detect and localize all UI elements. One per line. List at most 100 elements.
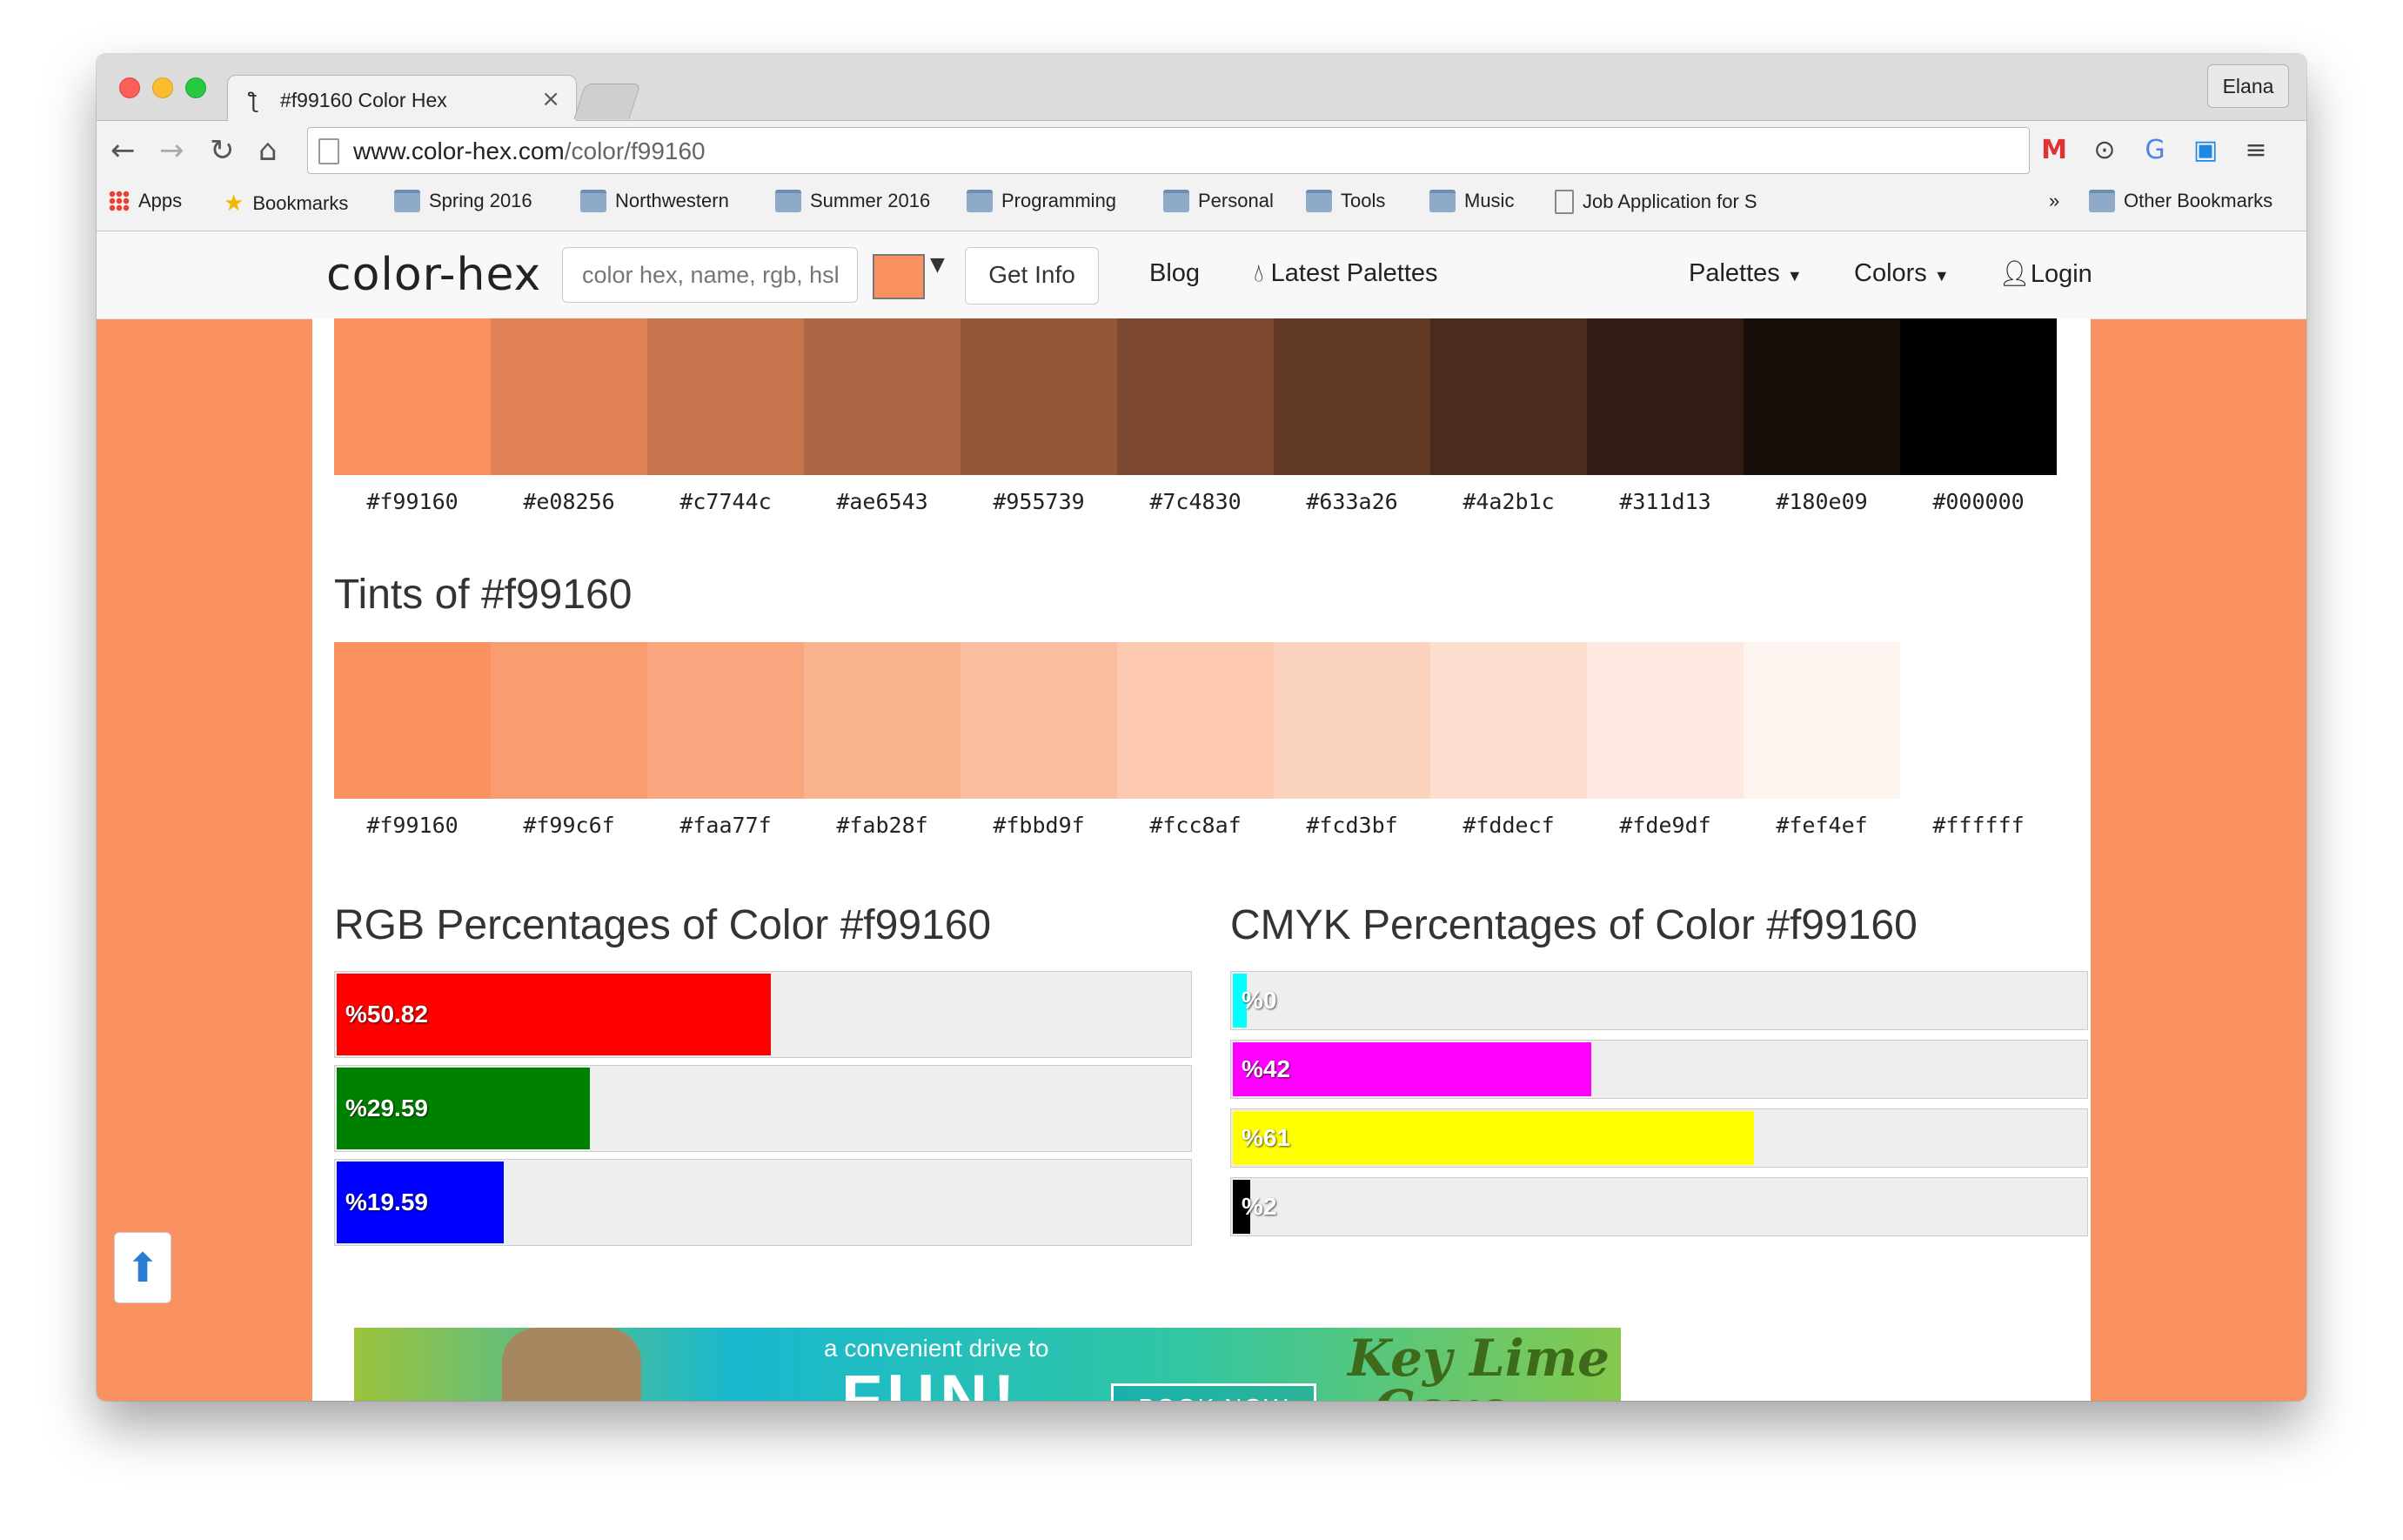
shade-swatch-label[interactable]: #7c4830	[1117, 489, 1274, 514]
shade-swatch-label[interactable]: #c7744c	[647, 489, 804, 514]
home-icon[interactable]: ⌂	[258, 133, 278, 168]
nav-palettes-dropdown[interactable]: Palettes ▼	[1689, 259, 1803, 288]
shade-swatch[interactable]	[1430, 318, 1587, 475]
shade-swatch[interactable]	[491, 318, 647, 475]
tint-swatch[interactable]	[491, 642, 647, 799]
bookmark-bookmarks[interactable]: ★ Bookmarks	[224, 190, 348, 217]
tint-swatch[interactable]	[1744, 642, 1900, 799]
address-bar[interactable]: www.color-hex.com/color/f99160	[307, 127, 2030, 174]
cmyk-bar: %61	[1230, 1108, 2088, 1168]
tint-swatch-label[interactable]: #fddecf	[1430, 813, 1587, 838]
ad-book-now-button[interactable]: BOOK NOW	[1111, 1383, 1316, 1401]
shade-swatch[interactable]	[647, 318, 804, 475]
tint-swatch-label[interactable]: #f99160	[334, 813, 491, 838]
forward-arrow-icon[interactable]: →	[159, 133, 184, 168]
window-extension-icon[interactable]: ▣	[2188, 133, 2223, 168]
shade-swatch[interactable]	[1274, 318, 1430, 475]
site-navbar: color-hex ▼ Get Info Blog 💧︎ Latest Pale…	[97, 231, 2306, 319]
tint-swatch[interactable]	[1587, 642, 1744, 799]
shade-swatch-label[interactable]: #f99160	[334, 489, 491, 514]
tint-swatch[interactable]	[804, 642, 961, 799]
tint-swatch-label[interactable]: #fbbd9f	[961, 813, 1117, 838]
shade-swatch[interactable]	[1900, 318, 2057, 475]
shade-swatch[interactable]	[804, 318, 961, 475]
tint-swatch[interactable]	[1430, 642, 1587, 799]
tint-swatch-label[interactable]: #ffffff	[1900, 813, 2057, 838]
bookmarks-overflow-button[interactable]: »	[2049, 190, 2059, 212]
title-bar: ƪ #f99160 Color Hex × Elana	[97, 54, 2306, 122]
advertisement-banner[interactable]: a convenient drive to FUN! BOOK NOW Key …	[354, 1328, 1621, 1401]
rgb-bar-value: %50.82	[345, 1001, 428, 1028]
tab-close-button[interactable]: ×	[541, 86, 560, 112]
tint-swatch-label[interactable]: #fde9df	[1587, 813, 1744, 838]
shade-swatch[interactable]	[334, 318, 491, 475]
tints-swatch-strip	[334, 642, 2057, 799]
browser-window: ƪ #f99160 Color Hex × Elana ← → ↻ ⌂ www.…	[97, 54, 2306, 1401]
new-tab-button[interactable]	[573, 84, 641, 119]
back-to-top-button[interactable]: ⬆	[114, 1232, 171, 1303]
translate-icon[interactable]: G	[2138, 133, 2172, 168]
tint-swatch[interactable]	[961, 642, 1117, 799]
bookmark-music[interactable]: Music	[1429, 190, 1514, 212]
bookmark-tools[interactable]: Tools	[1306, 190, 1385, 212]
caret-down-icon: ▼	[1933, 267, 1950, 285]
color-picker-swatch[interactable]	[873, 254, 925, 299]
tint-swatch[interactable]	[1274, 642, 1430, 799]
reload-icon[interactable]: ↻	[210, 133, 235, 168]
shade-swatch-label[interactable]: #000000	[1900, 489, 2057, 514]
bookmark-other-bookmarks[interactable]: Other Bookmarks	[2089, 190, 2272, 212]
nav-colors-dropdown[interactable]: Colors ▼	[1854, 259, 1950, 288]
nav-blog[interactable]: Blog	[1149, 259, 1200, 288]
tint-swatch[interactable]	[647, 642, 804, 799]
bookmark-personal[interactable]: Personal	[1163, 190, 1274, 212]
browser-toolbar: ← → ↻ ⌂ www.color-hex.com/color/f99160 M…	[97, 121, 2306, 231]
tint-swatch-label[interactable]: #fcd3bf	[1274, 813, 1430, 838]
shade-swatch-label[interactable]: #4a2b1c	[1430, 489, 1587, 514]
zoom-window-button[interactable]	[185, 77, 206, 98]
tint-swatch[interactable]	[1900, 642, 2057, 799]
bookmark-summer-2016[interactable]: Summer 2016	[775, 190, 930, 212]
shade-swatch-label[interactable]: #633a26	[1274, 489, 1430, 514]
tint-swatch[interactable]	[334, 642, 491, 799]
bookmark-northwestern[interactable]: Northwestern	[580, 190, 729, 212]
shade-swatch[interactable]	[1587, 318, 1744, 475]
apps-grid-icon	[109, 191, 130, 211]
nav-login[interactable]: 👤︎Login	[1998, 259, 2092, 289]
bookmark-programming[interactable]: Programming	[967, 190, 1116, 212]
password-manager-icon[interactable]: ⊙	[2087, 133, 2122, 168]
close-window-button[interactable]	[119, 77, 140, 98]
shade-swatch-label[interactable]: #e08256	[491, 489, 647, 514]
get-info-button[interactable]: Get Info	[965, 247, 1099, 305]
tint-swatch-label[interactable]: #f99c6f	[491, 813, 647, 838]
back-arrow-icon[interactable]: ←	[110, 133, 136, 168]
tint-swatch[interactable]	[1117, 642, 1274, 799]
chevron-down-icon[interactable]: ▼	[930, 254, 945, 276]
browser-tab[interactable]: ƪ #f99160 Color Hex ×	[227, 75, 577, 122]
shade-swatch-label[interactable]: #955739	[961, 489, 1117, 514]
tint-swatch-label[interactable]: #faa77f	[647, 813, 804, 838]
minimize-window-button[interactable]	[152, 77, 173, 98]
folder-icon	[1163, 190, 1189, 212]
shade-swatch-label[interactable]: #180e09	[1744, 489, 1900, 514]
tab-title: #f99160 Color Hex	[280, 89, 447, 111]
shade-swatch-label[interactable]: #ae6543	[804, 489, 961, 514]
tint-swatch-label[interactable]: #fab28f	[804, 813, 961, 838]
color-search-input[interactable]	[562, 247, 858, 303]
tint-swatch-label[interactable]: #fcc8af	[1117, 813, 1274, 838]
nav-latest-palettes[interactable]: 💧︎ Latest Palettes	[1254, 259, 1438, 288]
gmail-icon[interactable]: M	[2037, 133, 2072, 168]
tints-heading: Tints of #f99160	[334, 572, 633, 618]
bookmark-spring-2016[interactable]: Spring 2016	[394, 190, 532, 212]
cmyk-bar-value: %0	[1242, 987, 1277, 1014]
shade-swatch-label[interactable]: #311d13	[1587, 489, 1744, 514]
profile-button[interactable]: Elana	[2207, 64, 2289, 108]
shade-swatch[interactable]	[1117, 318, 1274, 475]
arrow-up-icon: ⬆	[125, 1244, 160, 1291]
menu-icon[interactable]: ≡	[2239, 133, 2273, 168]
shade-swatch[interactable]	[961, 318, 1117, 475]
shade-swatch[interactable]	[1744, 318, 1900, 475]
bookmark-apps[interactable]: Apps	[109, 190, 182, 212]
site-logo[interactable]: color-hex	[326, 249, 541, 301]
tint-swatch-label[interactable]: #fef4ef	[1744, 813, 1900, 838]
bookmark-job-application[interactable]: Job Application for S	[1555, 190, 1779, 214]
